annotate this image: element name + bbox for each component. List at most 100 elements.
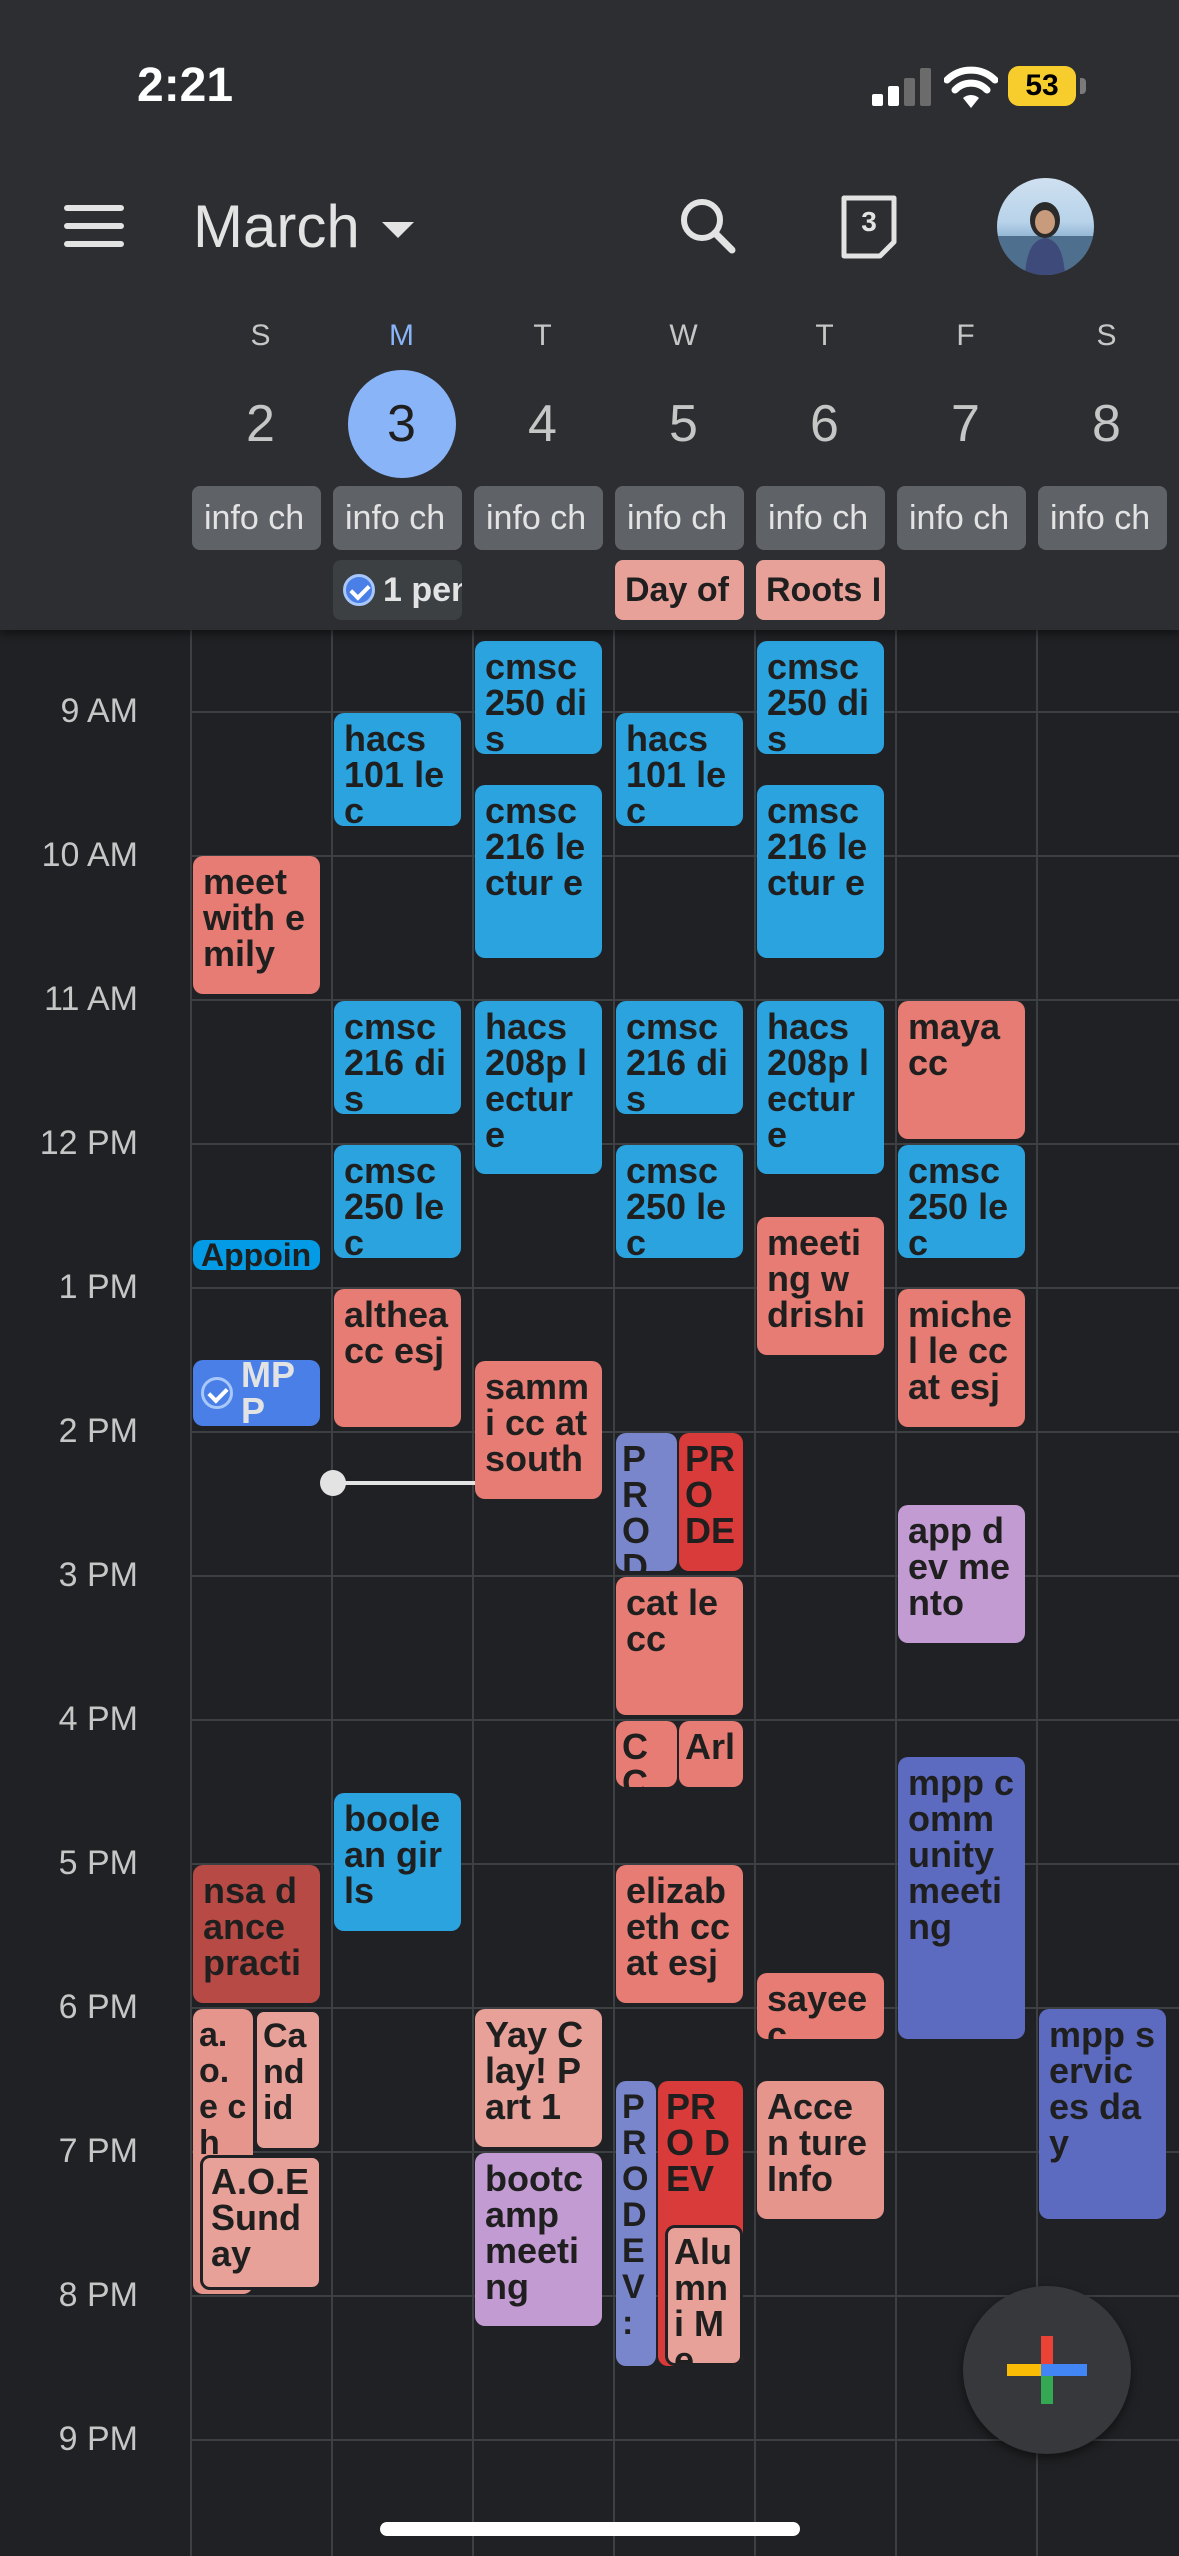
event-cmsc-216-discussion[interactable]: cmsc 216 dis: [334, 1001, 461, 1114]
month-selector[interactable]: March: [193, 192, 414, 261]
day-header[interactable]: F 7: [895, 316, 1036, 478]
all-day-event[interactable]: info ch: [897, 486, 1026, 550]
event-prodev[interactable]: PR O DE: [616, 1433, 677, 1571]
day-header[interactable]: S 8: [1036, 316, 1177, 478]
event-cmsc-216-discussion[interactable]: cmsc 216 dis: [616, 1001, 743, 1114]
status-time: 2:21: [137, 59, 234, 112]
day-header[interactable]: T 6: [754, 316, 895, 478]
event-cmsc-250-lecture[interactable]: cmsc 250 lec: [616, 1145, 743, 1258]
event-sammi-cc-at-south[interactable]: sammi cc at south: [475, 1361, 602, 1499]
event-cmsc-216-lecture[interactable]: cmsc 216 lectur e: [475, 785, 602, 958]
account-avatar[interactable]: [997, 178, 1094, 275]
hour-label: 12 PM: [39, 1124, 138, 1162]
day-number: 8: [1092, 395, 1121, 453]
hour-line: [190, 1287, 1179, 1289]
event-elizabeth-cc-at-esj[interactable]: elizab eth cc at esj: [616, 1865, 743, 2003]
all-day-event[interactable]: info ch: [756, 486, 885, 550]
hour-label: 4 PM: [58, 1700, 138, 1738]
day-divider: [754, 570, 756, 2556]
event-alumni-meeting[interactable]: Alu mni Me: [665, 2225, 743, 2366]
day-of-week: S: [250, 319, 271, 352]
day-of-week: M: [389, 319, 414, 352]
event-cmsc-216-lecture[interactable]: cmsc 216 lectur e: [757, 785, 884, 958]
event-cat-le-cc[interactable]: cat le cc: [616, 1577, 743, 1715]
event-prodev[interactable]: P R O D E V :: [616, 2081, 656, 2366]
pending-tasks-chip[interactable]: 1 pen: [333, 560, 462, 620]
all-day-event[interactable]: info ch: [1038, 486, 1167, 550]
current-time-line: [333, 1481, 475, 1485]
event-cmsc-250-lecture[interactable]: cmsc 250 lec: [898, 1145, 1025, 1258]
day-number: 2: [246, 395, 275, 453]
hour-line: [190, 2007, 1179, 2009]
event-hacs-208p-lecture[interactable]: hacs 208p lectur e: [757, 1001, 884, 1174]
hour-label: 3 PM: [58, 1556, 138, 1594]
hour-label: 1 PM: [58, 1268, 138, 1306]
task-chip-label: 1 pen: [383, 571, 462, 609]
all-day-event[interactable]: info ch: [333, 486, 462, 550]
create-event-button[interactable]: [963, 2286, 1131, 2454]
event-bootcamp-meeting[interactable]: bootc amp meeti ng: [475, 2153, 602, 2326]
day-of-week: W: [669, 319, 698, 352]
home-indicator[interactable]: [380, 2522, 800, 2536]
event-nsa-dance-practice[interactable]: nsa dance practi: [193, 1865, 320, 2003]
today-button[interactable]: 3: [838, 194, 900, 260]
day-divider: [613, 570, 615, 2556]
event-mpp-community-meeting[interactable]: mpp comm unity meeti ng: [898, 1757, 1025, 2039]
cellular-signal-icon: [872, 68, 932, 106]
event-candid[interactable]: Ca nd id: [254, 2009, 322, 2151]
event-accenture-info[interactable]: Accen ture Info: [757, 2081, 884, 2219]
event-althea-cc-esj[interactable]: althea cc esj: [334, 1289, 461, 1427]
event-arl[interactable]: Arl: [679, 1721, 743, 1787]
event-maya-cc[interactable]: maya cc: [898, 1001, 1025, 1139]
event-meet-with-emily[interactable]: meet with emily: [193, 856, 320, 994]
event-michelle-cc-at-esj[interactable]: michel le cc at esj: [898, 1289, 1025, 1427]
all-day-event[interactable]: Day of: [615, 560, 744, 620]
plus-icon: [1007, 2336, 1087, 2404]
day-number: 5: [669, 395, 698, 453]
all-day-event[interactable]: info ch: [192, 486, 321, 550]
menu-button[interactable]: [58, 190, 130, 262]
hour-label: 6 PM: [58, 1988, 138, 2026]
event-mpp-services-day[interactable]: mpp servic es day: [1039, 2009, 1166, 2219]
menu-icon-bar: [64, 223, 124, 229]
event-hacs-208p-lecture[interactable]: hacs 208p lectur e: [475, 1001, 602, 1174]
task-mpp[interactable]: MPP: [193, 1360, 320, 1426]
event-boolean-girls[interactable]: boole an girls: [334, 1793, 461, 1931]
task-check-icon: [343, 574, 375, 606]
caret-down-icon: [381, 221, 414, 238]
calendar-header: 2:21 53 March 3 S 2 M 3 T 4 W 5 T 6 F 7 …: [0, 0, 1179, 630]
battery-icon: 53: [1008, 66, 1076, 106]
event-aoe-sunday[interactable]: A.O.E Sund ay: [200, 2155, 322, 2290]
day-header-today[interactable]: M 3: [331, 316, 472, 478]
day-header[interactable]: S 2: [190, 316, 331, 478]
month-title: March: [193, 193, 360, 260]
event-cmsc-250-discussion[interactable]: cmsc 250 dis: [757, 641, 884, 754]
all-day-event[interactable]: info ch: [615, 486, 744, 550]
event-appointment[interactable]: Appoin: [193, 1240, 320, 1270]
search-icon[interactable]: [672, 190, 744, 262]
hour-label: 10 AM: [41, 836, 138, 874]
event-cmsc-250-discussion[interactable]: cmsc 250 dis: [475, 641, 602, 754]
event-yay-clay[interactable]: Yay Clay! Part 1: [475, 2009, 602, 2147]
hour-label: 11 AM: [44, 980, 138, 1018]
all-day-event[interactable]: info ch: [474, 486, 603, 550]
avatar-photo: [997, 202, 1094, 275]
hour-label: 7 PM: [58, 2132, 138, 2170]
hour-label: 9 PM: [58, 2420, 138, 2458]
day-number: 3: [347, 370, 456, 478]
day-divider: [190, 570, 192, 2556]
day-header[interactable]: T 4: [472, 316, 613, 478]
event-cmsc-250-lecture[interactable]: cmsc 250 lec: [334, 1145, 461, 1258]
day-of-week: F: [956, 319, 975, 352]
event-prodev[interactable]: PR O DE: [679, 1433, 743, 1571]
event-app-dev-mentor[interactable]: app dev mento: [898, 1505, 1025, 1643]
event-hacs-101-lecture[interactable]: hacs 101 lec: [616, 713, 743, 826]
event-sayee[interactable]: sayee c: [757, 1973, 884, 2039]
event-meeting-with-drishi[interactable]: meeti ng w drishi: [757, 1217, 884, 1355]
all-day-event[interactable]: Roots I: [756, 560, 885, 620]
event-cc[interactable]: CC: [616, 1721, 677, 1787]
event-hacs-101-lecture[interactable]: hacs 101 lec: [334, 713, 461, 826]
menu-icon-bar: [64, 205, 124, 211]
day-header[interactable]: W 5: [613, 316, 754, 478]
day-divider: [1036, 570, 1038, 2556]
